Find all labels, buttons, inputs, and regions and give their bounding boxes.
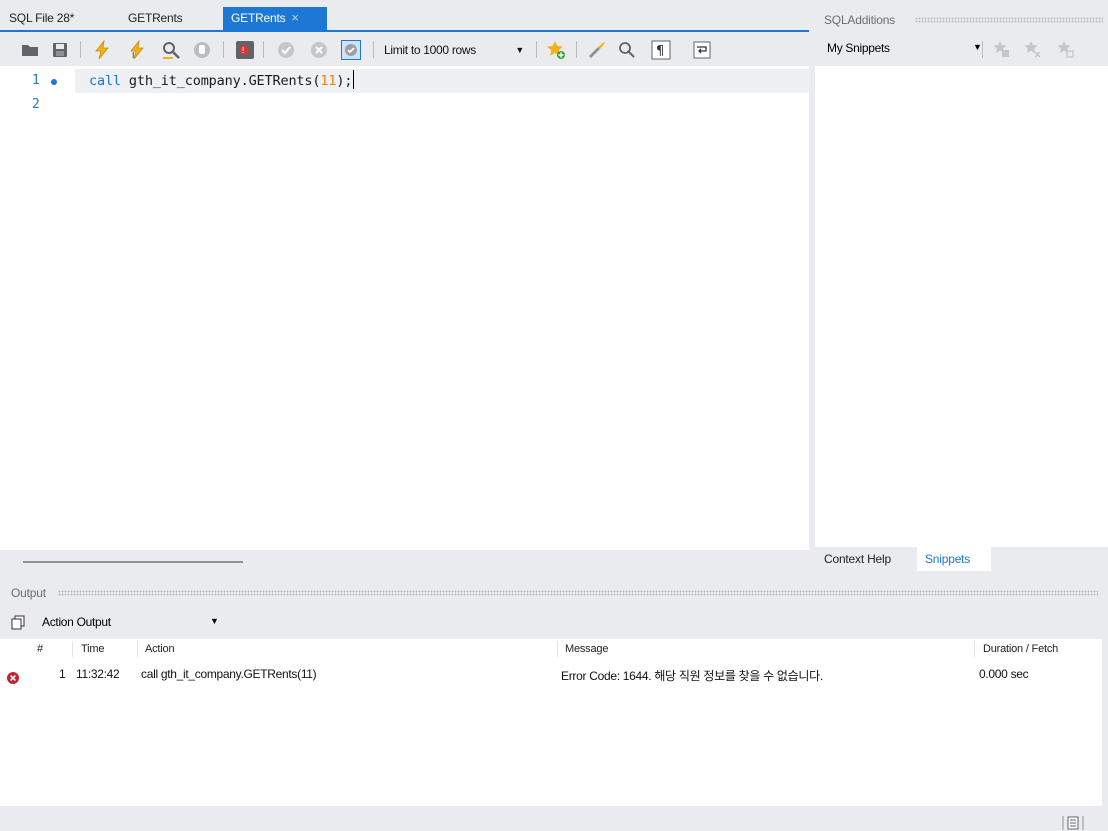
snippets-list[interactable] <box>815 66 1108 547</box>
side-panel-tabs: Context Help Snippets <box>815 547 1108 575</box>
column-header[interactable]: # <box>37 643 43 655</box>
row-index: 1 <box>59 667 66 681</box>
close-icon[interactable]: × <box>291 10 299 25</box>
statement-marker-icon <box>51 79 57 85</box>
execute-icon[interactable] <box>92 40 112 60</box>
toolbar-separator <box>80 41 81 58</box>
invisible-chars-icon[interactable]: ¶ <box>651 40 671 60</box>
editor-toolbar: I ! Limit to 1000 rows ▼ ¶ <box>0 32 809 66</box>
sql-text-tail: ); <box>336 73 353 89</box>
find-icon[interactable] <box>617 40 637 60</box>
open-folder-icon[interactable] <box>20 40 40 60</box>
code-line-1[interactable]: call gth_it_company.GETRents(11); <box>89 69 355 93</box>
snippets-toolbar: My Snippets ▼ <box>815 33 1108 65</box>
output-toolbar: Action Output ▼ <box>0 607 1108 638</box>
chevron-down-icon: ▼ <box>973 42 982 52</box>
scrollbar-thumb[interactable] <box>23 561 243 563</box>
autocommit-icon[interactable] <box>341 40 361 60</box>
tab-snippets[interactable]: Snippets <box>917 547 991 571</box>
tab-getrents-active[interactable]: GETRents × <box>223 7 327 30</box>
tab-label: Context Help <box>824 552 891 566</box>
line-number-1: 1 <box>0 69 75 93</box>
explain-icon[interactable] <box>161 40 181 60</box>
word-wrap-icon[interactable] <box>692 40 712 60</box>
output-header: Output <box>0 583 1108 603</box>
svg-text:!: ! <box>242 46 245 55</box>
editor-tab-strip: SQL File 28* GETRents GETRents × <box>0 7 809 30</box>
delete-snippet-icon[interactable] <box>1022 39 1042 59</box>
replace-snippet-icon[interactable] <box>991 39 1011 59</box>
stop-icon[interactable] <box>192 40 212 60</box>
toolbar-separator <box>982 41 983 58</box>
header-grip <box>915 17 1103 23</box>
toggle-error-stop-icon[interactable]: ! <box>235 40 255 60</box>
add-snippet-icon[interactable] <box>546 40 566 60</box>
toolbar-separator <box>373 41 374 58</box>
panel-title: Output <box>11 586 46 600</box>
column-header[interactable]: Time <box>81 643 104 655</box>
toggle-panel-icon[interactable] <box>1062 816 1084 830</box>
sql-text: gth_it_company.GETRents( <box>120 73 321 89</box>
toolbar-separator <box>576 41 577 58</box>
output-type-select[interactable]: Action Output ▼ <box>42 615 222 629</box>
sql-number: 11 <box>320 73 337 89</box>
tab-label: GETRents <box>128 11 183 25</box>
row-duration: 0.000 sec <box>979 667 1029 681</box>
action-output-table: # Time Action Message Duration / Fetch 1… <box>0 639 1102 806</box>
line-number: 1 <box>32 73 40 88</box>
sql-editor[interactable]: 1 2 call gth_it_company.GETRents(11); <box>0 66 809 550</box>
tab-label: SQL File 28* <box>9 11 75 25</box>
tab-label: GETRents <box>231 11 286 25</box>
svg-text:I: I <box>132 51 134 60</box>
column-divider[interactable] <box>137 641 138 657</box>
line-number-2: 2 <box>0 93 75 117</box>
chevron-down-icon: ▼ <box>515 45 524 55</box>
column-divider[interactable] <box>72 641 73 657</box>
output-vertical-scrollbar[interactable] <box>1102 639 1108 806</box>
output-type-label: Action Output <box>42 615 111 629</box>
limit-rows-label: Limit to 1000 rows <box>384 43 476 57</box>
save-icon[interactable] <box>50 40 70 60</box>
text-cursor <box>353 70 355 89</box>
sql-additions-header: SQLAdditions <box>815 7 1108 33</box>
snippet-category-label: My Snippets <box>827 41 890 55</box>
editor-horizontal-scrollbar[interactable] <box>0 550 809 578</box>
toolbar-separator <box>536 41 537 58</box>
rollback-icon[interactable] <box>309 40 329 60</box>
status-bar <box>0 806 1108 831</box>
column-header[interactable]: Action <box>145 643 175 655</box>
copy-icon[interactable] <box>10 615 26 631</box>
toolbar-separator <box>223 41 224 58</box>
tab-context-help[interactable]: Context Help <box>816 547 899 571</box>
column-divider[interactable] <box>557 641 558 657</box>
error-icon <box>7 672 19 684</box>
commit-icon[interactable] <box>276 40 296 60</box>
column-header[interactable]: Duration / Fetch <box>983 643 1058 655</box>
limit-rows-select[interactable]: Limit to 1000 rows ▼ <box>384 40 530 60</box>
toolbar-separator <box>263 41 264 58</box>
panel-title: SQLAdditions <box>824 13 895 27</box>
execute-current-icon[interactable]: I <box>127 40 147 60</box>
row-time: 11:32:42 <box>76 667 120 681</box>
snippet-category-select[interactable]: My Snippets ▼ <box>827 41 987 55</box>
tab-label: Snippets <box>925 552 971 566</box>
header-grip <box>58 590 1098 596</box>
column-header[interactable]: Message <box>565 643 608 655</box>
beautify-icon[interactable] <box>587 40 607 60</box>
insert-snippet-icon[interactable] <box>1055 39 1075 59</box>
tab-getrents[interactable]: GETRents <box>120 7 190 30</box>
svg-text:¶: ¶ <box>656 44 664 59</box>
tab-sql-file-28[interactable]: SQL File 28* <box>1 7 82 30</box>
row-action: call gth_it_company.GETRents(11) <box>141 667 317 681</box>
line-number: 2 <box>32 97 40 112</box>
chevron-down-icon: ▼ <box>210 616 219 626</box>
column-divider[interactable] <box>974 641 975 657</box>
row-message: Error Code: 1644. 해당 직원 정보를 찾을 수 없습니다. <box>561 669 823 683</box>
sql-keyword: call <box>89 73 121 89</box>
